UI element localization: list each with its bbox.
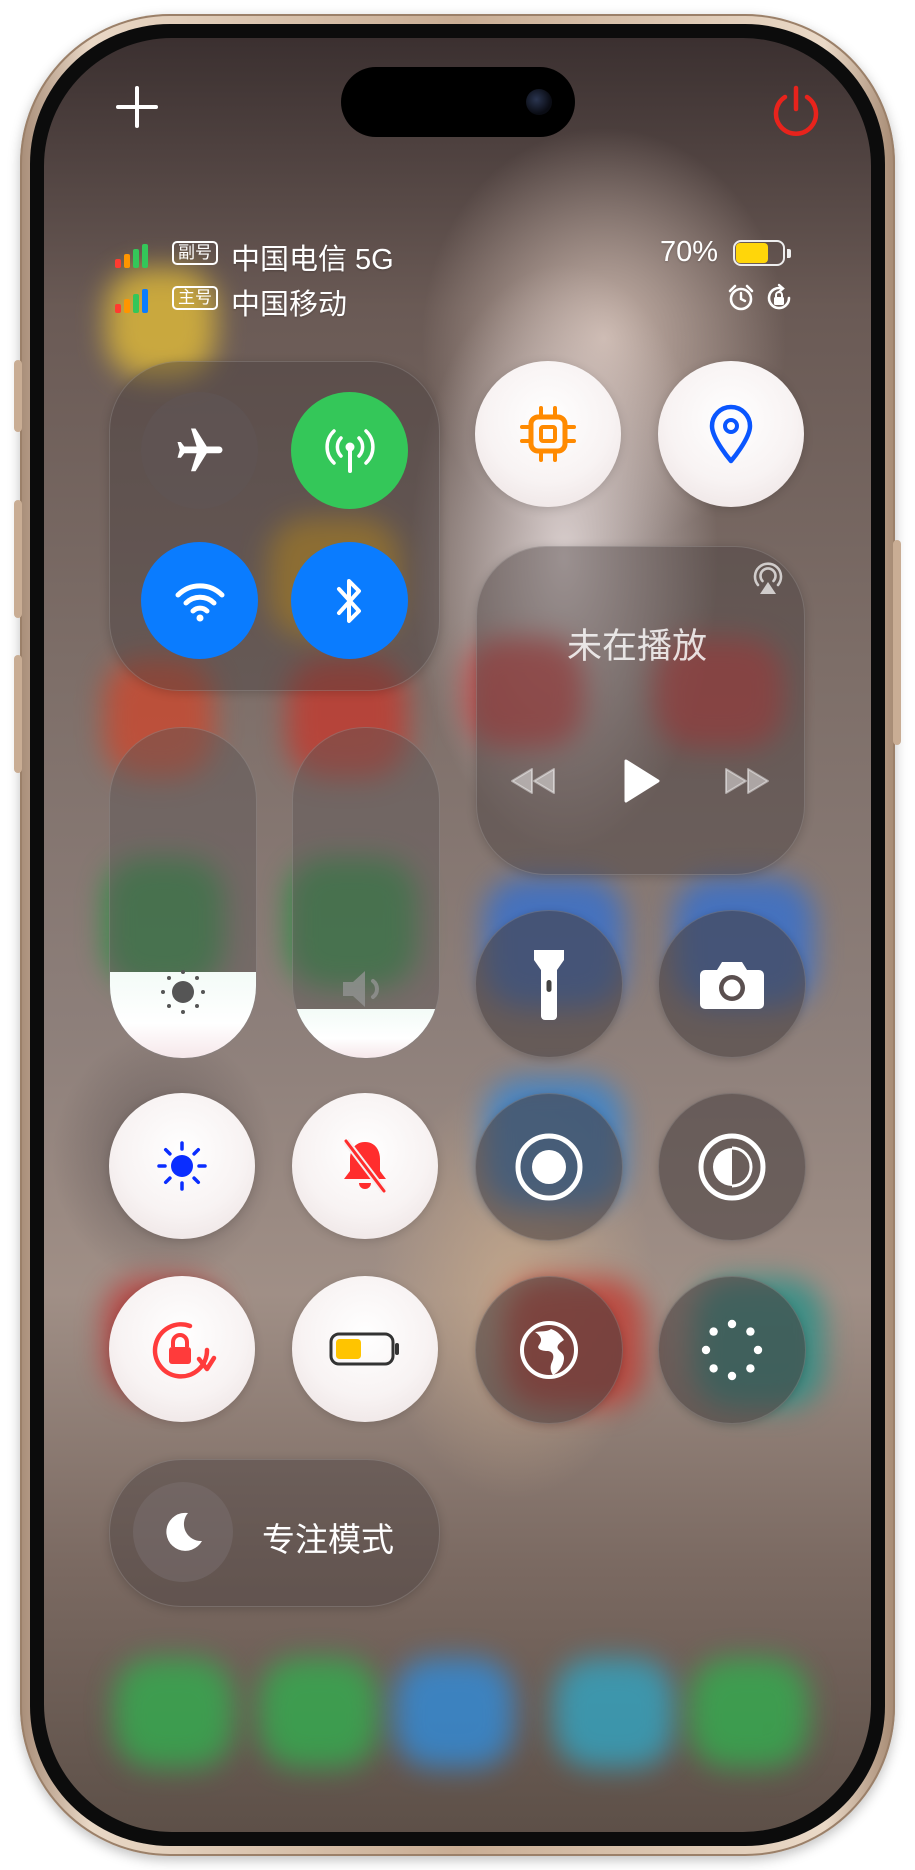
loading-spinner-button[interactable] [658, 1276, 806, 1424]
flashlight-button[interactable] [475, 910, 623, 1058]
flashlight-icon [534, 950, 564, 1020]
battery-indicator [733, 240, 793, 268]
location-pin-icon [709, 404, 753, 464]
volume-up-button [14, 500, 22, 618]
focus-moon-circle [133, 1482, 233, 1582]
globe-icon [520, 1321, 578, 1379]
orientation-lock-icon [764, 283, 794, 313]
camera-icon [700, 962, 764, 1009]
screen-record-button[interactable] [475, 1093, 623, 1241]
focus-mode-label: 专注模式 [262, 1521, 394, 1558]
alarm-clock-icon [726, 283, 756, 313]
wifi-toggle[interactable] [141, 542, 258, 659]
front-camera [526, 89, 552, 115]
cellular-antenna-icon [324, 428, 375, 473]
fast-forward-button[interactable] [722, 765, 772, 797]
globe-button[interactable] [475, 1276, 623, 1424]
volume-level [293, 1008, 439, 1058]
silent-mode-toggle[interactable] [292, 1093, 438, 1239]
spinner-icon [701, 1319, 763, 1381]
media-title: 未在播放 [567, 627, 708, 666]
sim1-carrier: 中国移动 [231, 289, 348, 321]
location-services-button[interactable] [658, 361, 804, 507]
signal-bars-sim2 [115, 242, 148, 268]
bell-slash-icon [343, 1138, 387, 1194]
brightness-sun-icon [157, 966, 209, 1018]
play-icon [624, 759, 660, 803]
bluetooth-toggle[interactable] [291, 542, 408, 659]
speaker-icon [337, 965, 393, 1013]
rewind-button[interactable] [508, 765, 558, 797]
airplay-audio-button[interactable] [749, 560, 787, 598]
battery-percent: 70% [660, 236, 719, 268]
rewind-icon [511, 768, 555, 794]
volume-down-button [14, 655, 22, 773]
wifi-icon [175, 582, 224, 621]
play-button[interactable] [620, 757, 662, 805]
plus-icon [116, 86, 158, 128]
fast-forward-icon [725, 768, 769, 794]
airplane-icon [177, 428, 222, 471]
bluetooth-icon [336, 578, 361, 623]
airplane-mode-toggle[interactable] [141, 392, 258, 509]
power-icon [773, 85, 819, 136]
dark-mode-icon [698, 1133, 766, 1201]
true-tone-toggle[interactable] [109, 1093, 255, 1239]
signal-bars-sim1 [115, 287, 148, 313]
rotation-lock-toggle[interactable] [109, 1276, 255, 1422]
airplay-audio-icon [753, 562, 783, 594]
dark-mode-button[interactable] [658, 1093, 806, 1241]
moon-icon [166, 1512, 202, 1551]
low-power-mode-toggle[interactable] [292, 1276, 438, 1422]
rotation-lock-icon [152, 1322, 217, 1379]
power-button[interactable] [768, 82, 824, 138]
side-power-button [893, 540, 901, 745]
brightness-slider[interactable] [109, 727, 257, 1059]
volume-slider[interactable] [292, 727, 440, 1059]
sim1-badge: 主号 [172, 286, 218, 310]
cellular-data-toggle[interactable] [291, 392, 408, 509]
sim2-badge: 副号 [172, 241, 218, 265]
performance-mode-button[interactable] [475, 361, 621, 507]
camera-button[interactable] [658, 910, 806, 1058]
action-button [14, 360, 22, 432]
add-control-button[interactable] [112, 82, 162, 132]
chip-icon [520, 406, 576, 462]
sun-icon [157, 1141, 207, 1191]
screen-record-icon [515, 1133, 583, 1201]
battery-icon [329, 1332, 399, 1366]
sim2-carrier: 中国电信 5G [231, 244, 394, 276]
